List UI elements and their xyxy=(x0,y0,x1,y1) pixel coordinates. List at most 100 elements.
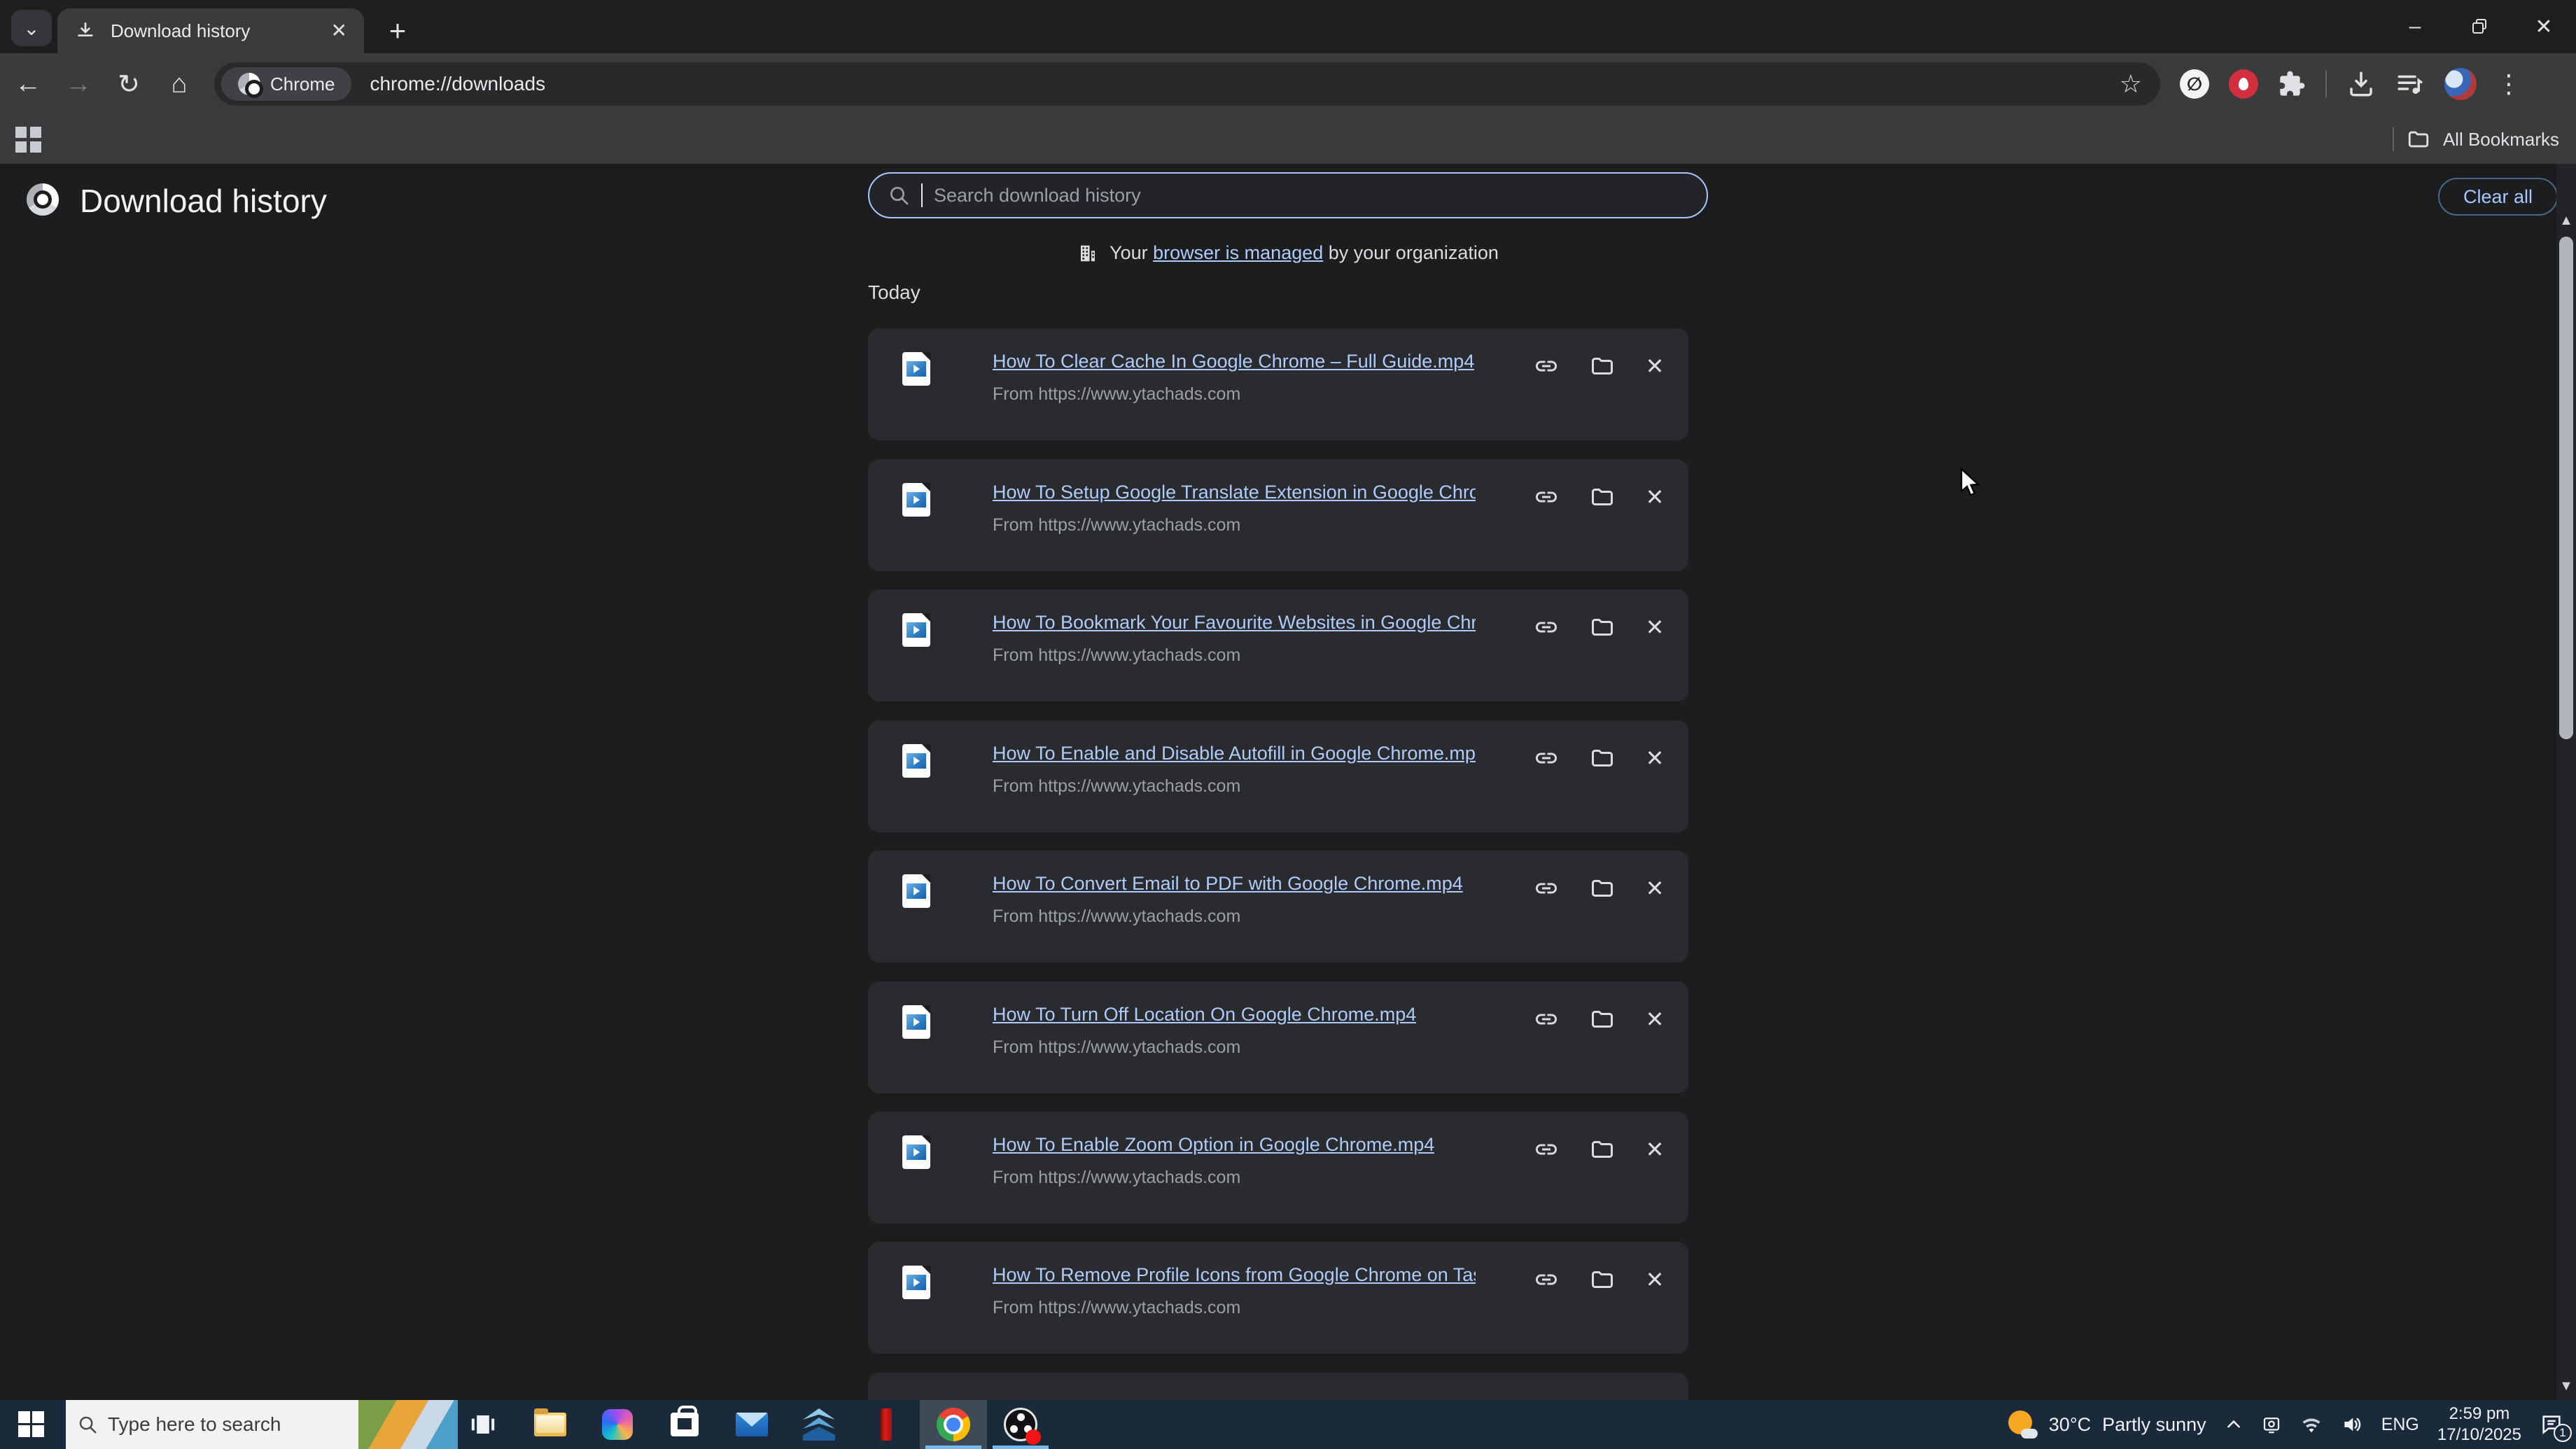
download-source-url: From https://www.ytachads.com xyxy=(993,384,1240,405)
download-search-input[interactable]: Search download history xyxy=(868,172,1708,218)
download-file-link[interactable]: How To Turn Off Location On Google Chrom… xyxy=(993,1004,1416,1026)
address-bar[interactable]: Chrome chrome://downloads ☆ xyxy=(214,62,2160,106)
back-button[interactable]: ← xyxy=(6,62,50,106)
bookmark-star-icon[interactable]: ☆ xyxy=(2120,69,2142,99)
obs-taskbar-button[interactable] xyxy=(987,1400,1054,1449)
new-tab-button[interactable]: + xyxy=(381,14,414,48)
scroll-down-arrow[interactable]: ▼ xyxy=(2556,1378,2576,1394)
extensions-puzzle-icon[interactable] xyxy=(2278,70,2306,98)
close-button[interactable]: ✕ xyxy=(2512,0,2576,53)
copy-link-button[interactable] xyxy=(1528,740,1564,776)
restore-icon xyxy=(2470,18,2488,36)
remove-download-button[interactable]: ✕ xyxy=(1637,870,1673,906)
obs-icon xyxy=(1004,1408,1037,1441)
page-scrollbar[interactable]: ▲ ▼ xyxy=(2556,164,2576,1400)
download-source-url: From https://www.ytachads.com xyxy=(993,776,1240,797)
task-view-button[interactable] xyxy=(449,1400,517,1449)
toolbar-divider xyxy=(2325,71,2327,97)
downloads-toolbar-icon[interactable] xyxy=(2346,69,2376,99)
chrome-taskbar-button[interactable] xyxy=(920,1400,987,1449)
copy-link-button[interactable] xyxy=(1528,1261,1564,1298)
scroll-up-arrow[interactable]: ▲ xyxy=(2556,213,2576,229)
tab-close-icon[interactable]: ✕ xyxy=(331,21,347,41)
video-file-icon xyxy=(902,352,930,386)
copy-link-button[interactable] xyxy=(1528,1131,1564,1168)
notification-badge: 1 xyxy=(2554,1424,2572,1442)
copilot-button[interactable] xyxy=(584,1400,651,1449)
wifi-icon[interactable] xyxy=(2300,1413,2323,1436)
remove-download-button[interactable]: ✕ xyxy=(1637,348,1673,384)
download-file-link[interactable]: How To Setup Google Translate Extension … xyxy=(993,482,1476,503)
media-controls-icon[interactable] xyxy=(2395,69,2425,99)
home-button[interactable]: ⌂ xyxy=(157,62,202,106)
clear-all-button[interactable]: Clear all xyxy=(2438,178,2558,216)
show-hidden-icons-chevron[interactable] xyxy=(2225,1415,2243,1434)
file-explorer-button[interactable] xyxy=(517,1400,584,1449)
adblock-extension-icon[interactable] xyxy=(2229,69,2258,99)
language-indicator[interactable]: ENG xyxy=(2381,1415,2419,1435)
restore-button[interactable] xyxy=(2447,0,2512,53)
download-file-link[interactable]: How To Enable and Disable Autofill in Go… xyxy=(993,743,1476,764)
download-file-link[interactable]: How To Convert Email to PDF with Google … xyxy=(993,873,1463,895)
show-in-folder-button[interactable] xyxy=(1584,1131,1620,1168)
remove-download-button[interactable]: ✕ xyxy=(1637,609,1673,645)
toolbar-extensions-area: ∅ ⋮ xyxy=(2180,68,2521,100)
show-in-folder-button[interactable] xyxy=(1584,609,1620,645)
copy-link-button[interactable] xyxy=(1528,609,1564,645)
scrollbar-thumb[interactable] xyxy=(2559,237,2573,739)
copy-link-button[interactable] xyxy=(1528,870,1564,906)
windows-taskbar: Type here to search 30°C Partly sunny xyxy=(0,1400,2576,1449)
pinned-app-red-button[interactable] xyxy=(853,1400,920,1449)
clock-widget[interactable]: 2:59 pm 17/10/2025 xyxy=(2437,1404,2521,1446)
mail-icon xyxy=(736,1413,768,1436)
apps-grid-icon[interactable] xyxy=(15,127,41,153)
mail-button[interactable] xyxy=(718,1400,785,1449)
action-center-button[interactable]: 1 xyxy=(2540,1413,2563,1436)
remove-download-button[interactable]: ✕ xyxy=(1637,479,1673,515)
download-file-link[interactable]: How To Bookmark Your Favourite Websites … xyxy=(993,612,1476,634)
weather-temp: 30°C xyxy=(2049,1414,2091,1436)
active-app-indicator xyxy=(993,1446,1049,1449)
download-file-link[interactable]: How To Remove Profile Icons from Google … xyxy=(993,1264,1476,1286)
minimize-button[interactable]: – xyxy=(2383,0,2447,53)
taskbar-search-input[interactable]: Type here to search xyxy=(66,1400,458,1449)
download-source-url: From https://www.ytachads.com xyxy=(993,1037,1240,1058)
download-file-link[interactable]: How To Enable Zoom Option in Google Chro… xyxy=(993,1134,1434,1156)
show-in-folder-button[interactable] xyxy=(1584,740,1620,776)
copy-link-button[interactable] xyxy=(1528,1001,1564,1037)
show-in-folder-button[interactable] xyxy=(1584,1261,1620,1298)
remove-download-button[interactable]: ✕ xyxy=(1637,740,1673,776)
microsoft-store-button[interactable] xyxy=(651,1400,718,1449)
show-in-folder-button[interactable] xyxy=(1584,348,1620,384)
start-button[interactable] xyxy=(18,1411,44,1437)
browser-titlebar: ⌄ Download history ✕ + – ✕ xyxy=(0,0,2576,53)
system-tray: 30°C Partly sunny ENG 2:59 pm 17/10/2025… xyxy=(2007,1400,2576,1449)
all-bookmarks-button[interactable]: All Bookmarks xyxy=(2393,127,2559,151)
volume-icon[interactable] xyxy=(2341,1413,2363,1436)
profile-avatar[interactable] xyxy=(2444,68,2477,100)
remove-download-button[interactable]: ✕ xyxy=(1637,1131,1673,1168)
weather-widget[interactable]: 30°C Partly sunny xyxy=(2007,1409,2206,1440)
reload-button[interactable]: ↻ xyxy=(106,62,151,106)
active-app-indicator xyxy=(925,1446,981,1449)
pinned-app-button[interactable] xyxy=(785,1400,853,1449)
tab-search-caret-button[interactable]: ⌄ xyxy=(11,10,52,46)
url-text[interactable]: chrome://downloads xyxy=(370,73,2119,95)
copy-link-button[interactable] xyxy=(1528,479,1564,515)
show-in-folder-button[interactable] xyxy=(1584,1001,1620,1037)
site-chip[interactable]: Chrome xyxy=(221,67,351,101)
extension-badge-icon[interactable]: ∅ xyxy=(2180,69,2209,99)
device-sync-icon[interactable] xyxy=(2261,1414,2282,1435)
show-in-folder-button[interactable] xyxy=(1584,870,1620,906)
show-in-folder-button[interactable] xyxy=(1584,479,1620,515)
remove-download-button[interactable]: ✕ xyxy=(1637,1001,1673,1037)
remove-download-button[interactable]: ✕ xyxy=(1637,1261,1673,1298)
copy-link-button[interactable] xyxy=(1528,348,1564,384)
browser-menu-icon[interactable]: ⋮ xyxy=(2496,69,2521,99)
forward-button[interactable]: → xyxy=(56,62,101,106)
task-view-icon xyxy=(469,1410,497,1438)
search-highlights-thumbnail[interactable] xyxy=(358,1400,458,1449)
download-file-link[interactable]: How To Clear Cache In Google Chrome – Fu… xyxy=(993,351,1474,372)
browser-tab-download-history[interactable]: Download history ✕ xyxy=(57,8,364,53)
managed-link[interactable]: browser is managed xyxy=(1153,242,1323,263)
